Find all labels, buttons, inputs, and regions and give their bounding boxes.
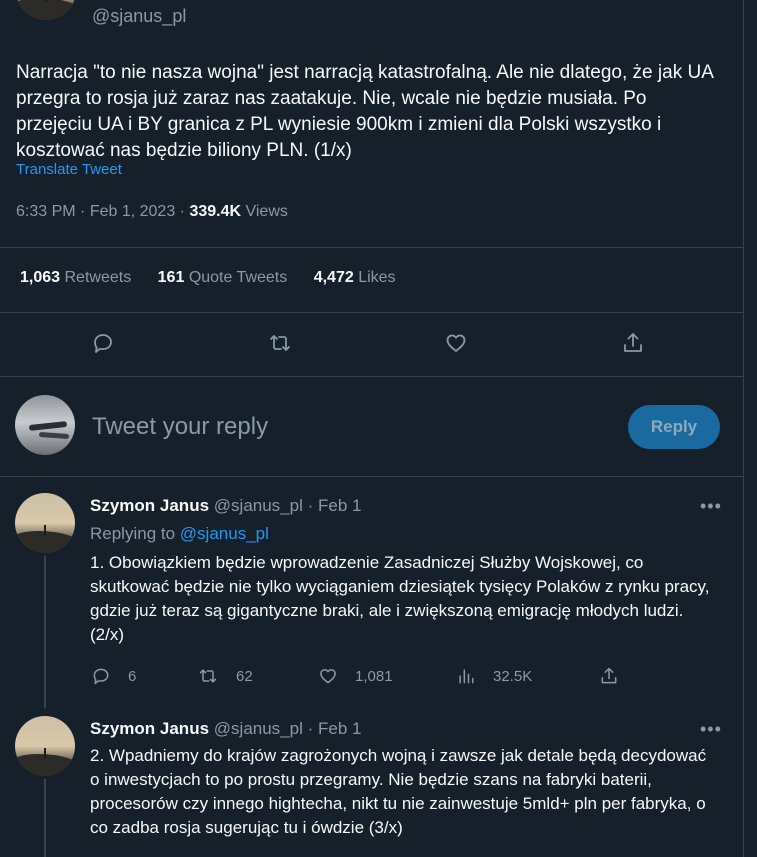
views-count: 339.4K	[189, 203, 242, 220]
reply-author-name[interactable]: Szymon Janus	[90, 496, 209, 515]
likes-stat[interactable]: 4,472 Likes	[314, 269, 396, 286]
author-avatar[interactable]	[16, 0, 76, 20]
thread-line	[44, 556, 46, 708]
more-icon[interactable]: •••	[700, 496, 722, 517]
reply-avatar[interactable]	[15, 716, 75, 776]
user-avatar[interactable]	[15, 395, 75, 455]
reply-avatar[interactable]	[15, 493, 75, 553]
divider	[0, 247, 743, 248]
tweet-time[interactable]: 6:33 PM	[16, 203, 76, 220]
column-border	[743, 0, 744, 857]
author-handle[interactable]: @sjanus_pl	[92, 6, 186, 27]
tweet-stats: 1,063 Retweets 161 Quote Tweets 4,472 Li…	[20, 269, 418, 287]
reply-header: Szymon Janus @sjanus_pl · Feb 1	[90, 496, 362, 515]
reply-author-handle[interactable]: @sjanus_pl	[214, 719, 303, 738]
reply-text: 1. Obowiązkiem będzie wprowadzenie Zasad…	[90, 553, 710, 644]
reply-icon[interactable]	[91, 331, 115, 355]
retweet-count: 62	[236, 668, 253, 685]
like-icon[interactable]	[318, 666, 338, 686]
more-icon[interactable]: •••	[700, 719, 722, 740]
translate-tweet-link[interactable]: Translate Tweet	[16, 161, 122, 178]
reply-date[interactable]: Feb 1	[318, 719, 361, 738]
like-count: 1,081	[355, 668, 393, 685]
divider	[0, 376, 743, 377]
divider	[0, 476, 743, 477]
replying-to: Replying to @sjanus_pl	[90, 524, 269, 543]
quote-tweets-stat[interactable]: 161 Quote Tweets	[158, 269, 288, 286]
reply-text: 2. Wpadniemy do krajów zagrożonych wojną…	[90, 746, 707, 837]
like-icon[interactable]	[444, 331, 468, 355]
reply-icon[interactable]	[91, 666, 111, 686]
reply-date[interactable]: Feb 1	[318, 496, 361, 515]
views-label: Views	[245, 203, 288, 220]
replying-to-link[interactable]: @sjanus_pl	[180, 524, 269, 543]
tweet-meta: 6:33 PM · Feb 1, 2023 · 339.4K Views	[16, 203, 288, 220]
views-icon[interactable]	[456, 666, 476, 686]
reply-count: 6	[128, 668, 137, 685]
retweets-stat[interactable]: 1,063 Retweets	[20, 269, 131, 286]
retweet-icon[interactable]	[268, 331, 292, 355]
reply-header: Szymon Janus @sjanus_pl · Feb 1	[90, 719, 362, 738]
thread-line	[44, 779, 46, 857]
tweet-date[interactable]: Feb 1, 2023	[90, 203, 175, 220]
tweet-text: Narracja "to nie nasza wojna" jest narra…	[16, 62, 713, 161]
views-count: 32.5K	[493, 668, 533, 685]
retweet-icon[interactable]	[198, 666, 218, 686]
share-icon[interactable]	[599, 666, 619, 686]
reply-author-handle[interactable]: @sjanus_pl	[214, 496, 303, 515]
share-icon[interactable]	[621, 331, 645, 355]
reply-button[interactable]: Reply	[628, 405, 720, 449]
divider	[0, 312, 743, 313]
reply-author-name[interactable]: Szymon Janus	[90, 719, 209, 738]
reply-input[interactable]: Tweet your reply	[92, 413, 268, 441]
